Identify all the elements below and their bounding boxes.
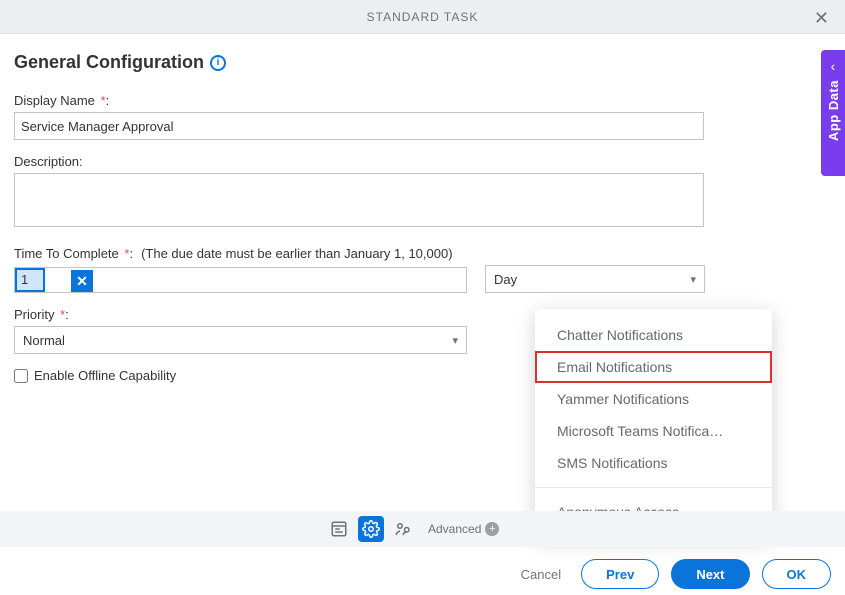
gear-icon[interactable] bbox=[358, 516, 384, 542]
section-heading: General Configuration i bbox=[14, 52, 831, 73]
display-name-label: Display Name *: bbox=[14, 93, 831, 108]
close-icon[interactable]: ✕ bbox=[808, 6, 835, 31]
display-name-label-text: Display Name bbox=[14, 93, 95, 108]
priority-select[interactable]: Normal bbox=[14, 326, 467, 354]
display-name-field: Display Name *: bbox=[14, 93, 831, 140]
people-icon[interactable] bbox=[390, 516, 416, 542]
popup-divider bbox=[535, 487, 772, 488]
ttc-input-wrap: 1 ✕ bbox=[14, 267, 467, 293]
side-tab-label: App Data bbox=[826, 80, 841, 141]
dialog-header: STANDARD TASK ✕ bbox=[0, 0, 845, 34]
description-input[interactable] bbox=[14, 173, 704, 227]
cancel-button[interactable]: Cancel bbox=[513, 561, 569, 588]
offline-checkbox-label: Enable Offline Capability bbox=[34, 368, 176, 383]
section-heading-text: General Configuration bbox=[14, 52, 204, 73]
ttc-unit-value: Day bbox=[494, 272, 517, 287]
ttc-label: Time To Complete *: bbox=[14, 246, 133, 261]
display-name-input[interactable] bbox=[14, 112, 704, 140]
ttc-label-text: Time To Complete bbox=[14, 246, 119, 261]
popup-item-yammer[interactable]: Yammer Notifications bbox=[535, 383, 772, 415]
description-label: Description: bbox=[14, 154, 831, 169]
ttc-field: Time To Complete *: (The due date must b… bbox=[14, 246, 831, 293]
next-button[interactable]: Next bbox=[671, 559, 749, 589]
required-icon: * bbox=[121, 246, 130, 261]
ttc-unit-select[interactable]: Day bbox=[485, 265, 705, 293]
required-icon: * bbox=[56, 307, 65, 322]
ok-button[interactable]: OK bbox=[762, 559, 832, 589]
popup-item-msteams[interactable]: Microsoft Teams Notifica… bbox=[535, 415, 772, 447]
colon: : bbox=[106, 93, 110, 108]
ttc-value-input[interactable]: 1 bbox=[15, 268, 45, 292]
popup-item-email[interactable]: Email Notifications bbox=[535, 351, 772, 383]
popup-item-chatter[interactable]: Chatter Notifications bbox=[535, 319, 772, 351]
bottom-toolbar: Advanced + bbox=[0, 511, 845, 547]
advanced-button[interactable]: Advanced + bbox=[428, 522, 499, 536]
description-label-text: Description: bbox=[14, 154, 83, 169]
dialog-title: STANDARD TASK bbox=[367, 10, 479, 24]
app-data-side-tab[interactable]: ‹ App Data bbox=[821, 50, 845, 176]
clear-icon[interactable]: ✕ bbox=[71, 270, 93, 292]
description-field: Description: bbox=[14, 154, 831, 232]
ttc-hint: (The due date must be earlier than Janua… bbox=[141, 246, 452, 261]
plus-icon: + bbox=[485, 522, 499, 536]
priority-label-text: Priority bbox=[14, 307, 54, 322]
prev-button[interactable]: Prev bbox=[581, 559, 659, 589]
notifications-popup: Chatter Notifications Email Notification… bbox=[535, 309, 772, 538]
chevron-left-icon: ‹ bbox=[831, 58, 836, 74]
priority-value: Normal bbox=[23, 333, 65, 348]
popup-item-sms[interactable]: SMS Notifications bbox=[535, 447, 772, 479]
offline-checkbox[interactable] bbox=[14, 369, 28, 383]
advanced-label-text: Advanced bbox=[428, 522, 481, 536]
required-icon: * bbox=[97, 93, 106, 108]
footer-buttons: Cancel Prev Next OK bbox=[513, 559, 831, 589]
form-icon[interactable] bbox=[326, 516, 352, 542]
info-icon[interactable]: i bbox=[210, 55, 226, 71]
